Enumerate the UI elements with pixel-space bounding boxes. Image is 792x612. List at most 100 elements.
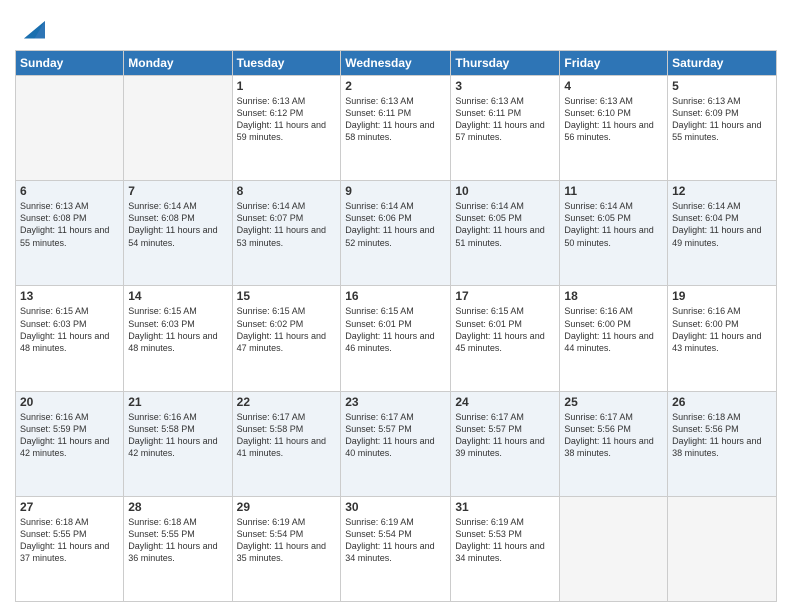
header — [15, 10, 777, 42]
day-info: Sunrise: 6:17 AMSunset: 5:58 PMDaylight:… — [237, 411, 337, 460]
day-info: Sunrise: 6:15 AMSunset: 6:03 PMDaylight:… — [20, 305, 119, 354]
day-number: 25 — [564, 395, 663, 409]
day-info: Sunrise: 6:17 AMSunset: 5:57 PMDaylight:… — [345, 411, 446, 460]
weekday-header-sunday: Sunday — [16, 51, 124, 76]
day-info: Sunrise: 6:17 AMSunset: 5:56 PMDaylight:… — [564, 411, 663, 460]
day-info: Sunrise: 6:19 AMSunset: 5:54 PMDaylight:… — [237, 516, 337, 565]
day-number: 26 — [672, 395, 772, 409]
logo — [15, 14, 45, 42]
week-row-2: 6 Sunrise: 6:13 AMSunset: 6:08 PMDaylight… — [16, 181, 777, 286]
day-number: 27 — [20, 500, 119, 514]
weekday-header-row: SundayMondayTuesdayWednesdayThursdayFrid… — [16, 51, 777, 76]
day-number: 15 — [237, 289, 337, 303]
day-info: Sunrise: 6:14 AMSunset: 6:05 PMDaylight:… — [455, 200, 555, 249]
calendar-cell: 31 Sunrise: 6:19 AMSunset: 5:53 PMDayligh… — [451, 496, 560, 601]
calendar-cell: 10Sunrise: 6:14 AMSunset: 6:05 PMDayligh… — [451, 181, 560, 286]
day-info: Sunrise: 6:16 AMSunset: 5:59 PMDaylight:… — [20, 411, 119, 460]
day-info: Sunrise: 6:15 AMSunset: 6:01 PMDaylight:… — [345, 305, 446, 354]
day-info: Sunrise: 6:14 AMSunset: 6:08 PMDaylight:… — [128, 200, 227, 249]
day-info: Sunrise: 6:16 AMSunset: 6:00 PMDaylight:… — [564, 305, 663, 354]
day-info: Sunrise: 6:13 AMSunset: 6:12 PMDaylight:… — [237, 95, 337, 144]
day-info: Sunrise: 6:13 AMSunset: 6:11 PMDaylight:… — [345, 95, 446, 144]
logo-icon — [17, 14, 45, 42]
calendar-cell: 5 Sunrise: 6:13 AMSunset: 6:09 PMDaylight… — [668, 76, 777, 181]
calendar-cell: 14 Sunrise: 6:15 AMSunset: 6:03 PMDayligh… — [124, 286, 232, 391]
day-info: Sunrise: 6:14 AMSunset: 6:06 PMDaylight:… — [345, 200, 446, 249]
day-info: Sunrise: 6:13 AMSunset: 6:11 PMDaylight:… — [455, 95, 555, 144]
day-info: Sunrise: 6:16 AMSunset: 5:58 PMDaylight:… — [128, 411, 227, 460]
calendar-cell: 11 Sunrise: 6:14 AMSunset: 6:05 PMDayligh… — [560, 181, 668, 286]
day-info: Sunrise: 6:18 AMSunset: 5:56 PMDaylight:… — [672, 411, 772, 460]
day-number: 29 — [237, 500, 337, 514]
calendar-cell: 15 Sunrise: 6:15 AMSunset: 6:02 PMDayligh… — [232, 286, 341, 391]
calendar-cell — [124, 76, 232, 181]
calendar-cell: 18Sunrise: 6:16 AMSunset: 6:00 PMDayligh… — [560, 286, 668, 391]
calendar-cell: 28 Sunrise: 6:18 AMSunset: 5:55 PMDayligh… — [124, 496, 232, 601]
calendar-cell: 24 Sunrise: 6:17 AMSunset: 5:57 PMDayligh… — [451, 391, 560, 496]
week-row-3: 13Sunrise: 6:15 AMSunset: 6:03 PMDayligh… — [16, 286, 777, 391]
weekday-header-thursday: Thursday — [451, 51, 560, 76]
calendar-cell: 26 Sunrise: 6:18 AMSunset: 5:56 PMDayligh… — [668, 391, 777, 496]
weekday-header-wednesday: Wednesday — [341, 51, 451, 76]
calendar-cell: 13Sunrise: 6:15 AMSunset: 6:03 PMDayligh… — [16, 286, 124, 391]
day-info: Sunrise: 6:14 AMSunset: 6:07 PMDaylight:… — [237, 200, 337, 249]
calendar-cell: 29 Sunrise: 6:19 AMSunset: 5:54 PMDayligh… — [232, 496, 341, 601]
calendar-cell: 30 Sunrise: 6:19 AMSunset: 5:54 PMDayligh… — [341, 496, 451, 601]
day-number: 31 — [455, 500, 555, 514]
day-number: 9 — [345, 184, 446, 198]
week-row-5: 27 Sunrise: 6:18 AMSunset: 5:55 PMDayligh… — [16, 496, 777, 601]
week-row-1: 1 Sunrise: 6:13 AMSunset: 6:12 PMDaylight… — [16, 76, 777, 181]
day-number: 5 — [672, 79, 772, 93]
calendar-cell: 23Sunrise: 6:17 AMSunset: 5:57 PMDayligh… — [341, 391, 451, 496]
calendar-cell: 12Sunrise: 6:14 AMSunset: 6:04 PMDayligh… — [668, 181, 777, 286]
day-number: 16 — [345, 289, 446, 303]
day-info: Sunrise: 6:19 AMSunset: 5:54 PMDaylight:… — [345, 516, 446, 565]
day-number: 11 — [564, 184, 663, 198]
calendar-cell: 3Sunrise: 6:13 AMSunset: 6:11 PMDaylight… — [451, 76, 560, 181]
calendar-cell: 27 Sunrise: 6:18 AMSunset: 5:55 PMDayligh… — [16, 496, 124, 601]
day-number: 14 — [128, 289, 227, 303]
day-number: 6 — [20, 184, 119, 198]
calendar-cell: 2 Sunrise: 6:13 AMSunset: 6:11 PMDaylight… — [341, 76, 451, 181]
calendar-cell: 4 Sunrise: 6:13 AMSunset: 6:10 PMDaylight… — [560, 76, 668, 181]
day-info: Sunrise: 6:15 AMSunset: 6:02 PMDaylight:… — [237, 305, 337, 354]
weekday-header-monday: Monday — [124, 51, 232, 76]
calendar-cell: 22 Sunrise: 6:17 AMSunset: 5:58 PMDayligh… — [232, 391, 341, 496]
day-number: 21 — [128, 395, 227, 409]
calendar-cell: 25 Sunrise: 6:17 AMSunset: 5:56 PMDayligh… — [560, 391, 668, 496]
day-number: 22 — [237, 395, 337, 409]
calendar-cell — [668, 496, 777, 601]
day-number: 24 — [455, 395, 555, 409]
day-info: Sunrise: 6:18 AMSunset: 5:55 PMDaylight:… — [128, 516, 227, 565]
day-number: 19 — [672, 289, 772, 303]
calendar-cell: 17 Sunrise: 6:15 AMSunset: 6:01 PMDayligh… — [451, 286, 560, 391]
calendar-cell: 7 Sunrise: 6:14 AMSunset: 6:08 PMDaylight… — [124, 181, 232, 286]
weekday-header-saturday: Saturday — [668, 51, 777, 76]
day-info: Sunrise: 6:16 AMSunset: 6:00 PMDaylight:… — [672, 305, 772, 354]
day-info: Sunrise: 6:14 AMSunset: 6:05 PMDaylight:… — [564, 200, 663, 249]
day-info: Sunrise: 6:15 AMSunset: 6:01 PMDaylight:… — [455, 305, 555, 354]
calendar-cell: 1 Sunrise: 6:13 AMSunset: 6:12 PMDaylight… — [232, 76, 341, 181]
calendar: SundayMondayTuesdayWednesdayThursdayFrid… — [15, 50, 777, 602]
day-info: Sunrise: 6:13 AMSunset: 6:08 PMDaylight:… — [20, 200, 119, 249]
day-info: Sunrise: 6:13 AMSunset: 6:09 PMDaylight:… — [672, 95, 772, 144]
weekday-header-friday: Friday — [560, 51, 668, 76]
day-number: 7 — [128, 184, 227, 198]
day-info: Sunrise: 6:15 AMSunset: 6:03 PMDaylight:… — [128, 305, 227, 354]
day-info: Sunrise: 6:17 AMSunset: 5:57 PMDaylight:… — [455, 411, 555, 460]
calendar-cell — [560, 496, 668, 601]
calendar-cell: 8Sunrise: 6:14 AMSunset: 6:07 PMDaylight… — [232, 181, 341, 286]
day-info: Sunrise: 6:19 AMSunset: 5:53 PMDaylight:… — [455, 516, 555, 565]
day-info: Sunrise: 6:14 AMSunset: 6:04 PMDaylight:… — [672, 200, 772, 249]
day-number: 28 — [128, 500, 227, 514]
calendar-cell: 20Sunrise: 6:16 AMSunset: 5:59 PMDayligh… — [16, 391, 124, 496]
day-number: 4 — [564, 79, 663, 93]
day-number: 1 — [237, 79, 337, 93]
day-number: 30 — [345, 500, 446, 514]
day-info: Sunrise: 6:18 AMSunset: 5:55 PMDaylight:… — [20, 516, 119, 565]
day-number: 17 — [455, 289, 555, 303]
day-number: 2 — [345, 79, 446, 93]
day-info: Sunrise: 6:13 AMSunset: 6:10 PMDaylight:… — [564, 95, 663, 144]
week-row-4: 20Sunrise: 6:16 AMSunset: 5:59 PMDayligh… — [16, 391, 777, 496]
calendar-cell: 16 Sunrise: 6:15 AMSunset: 6:01 PMDayligh… — [341, 286, 451, 391]
